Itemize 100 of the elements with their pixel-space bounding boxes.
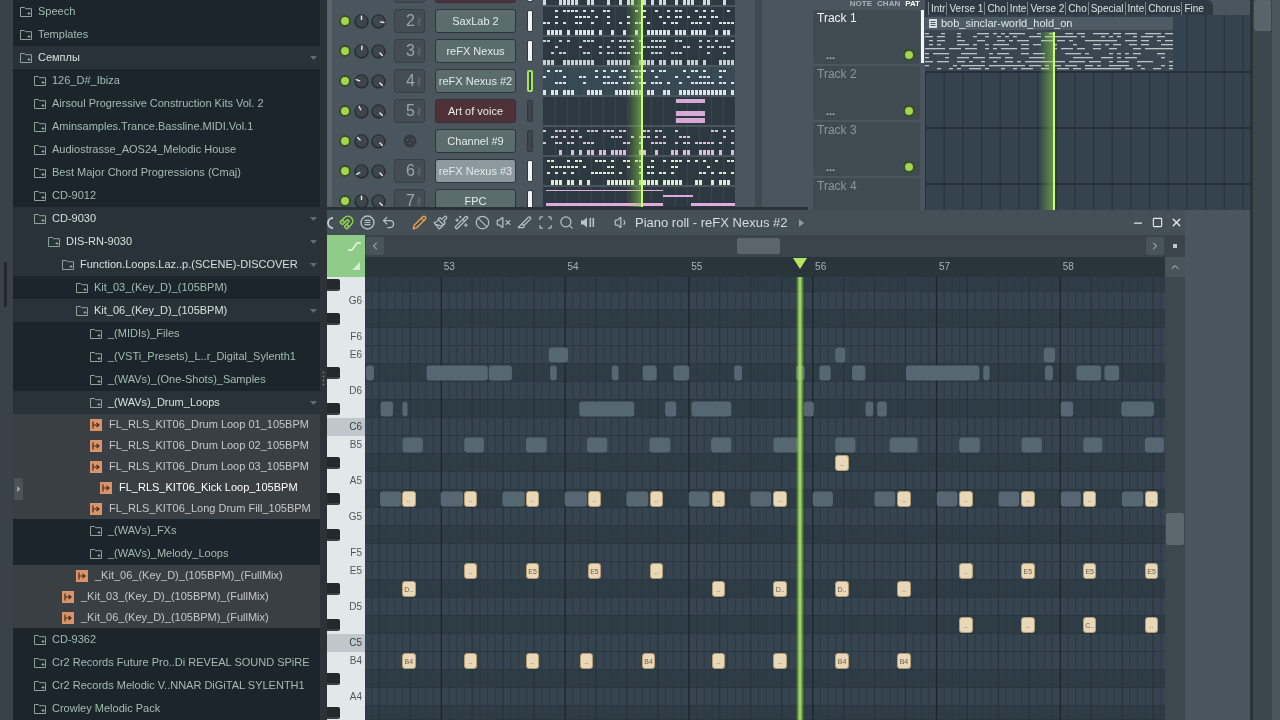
zoom-icon[interactable] xyxy=(559,215,574,230)
scrollbar-thumb[interactable] xyxy=(1166,513,1184,545)
track-header[interactable]: Track 4 xyxy=(813,178,920,210)
piano-key[interactable]: B5 xyxy=(327,436,365,454)
status-led[interactable] xyxy=(338,195,351,207)
knob[interactable] xyxy=(371,193,386,207)
folder-item[interactable]: CD-9012 xyxy=(13,184,320,207)
folder-item[interactable]: Airsoul Progressive Construction Kits Vol. 2 xyxy=(13,92,320,115)
insert-number-field[interactable]: 3 xyxy=(394,39,425,63)
status-led[interactable] xyxy=(338,15,351,27)
caret-down-icon[interactable] xyxy=(310,239,317,244)
folder-item[interactable]: DIS-RN-9030 xyxy=(13,230,320,253)
piano-key[interactable]: E5 xyxy=(327,562,365,580)
file-item[interactable]: FL_RLS_KIT06_Long Drum Fill_105BPM xyxy=(13,498,320,519)
channel-button[interactable]: reFX Nexus xyxy=(435,39,516,63)
folder-item[interactable]: Cr2 Records Future Pro..Di REVEAL SOUND SPiRE xyxy=(13,651,320,674)
knife-icon[interactable] xyxy=(517,215,532,230)
file-item[interactable]: FL_RLS_KIT06_Drum Loop 01_105BPM xyxy=(13,414,320,435)
status-led[interactable] xyxy=(338,75,351,87)
mode-tab[interactable]: NOTE xyxy=(849,0,873,8)
piano-key[interactable]: A4 xyxy=(327,688,365,706)
pencil-icon[interactable] xyxy=(412,215,427,230)
scroll-left-button[interactable] xyxy=(366,237,384,255)
caret-down-icon[interactable] xyxy=(310,400,317,405)
corner-button[interactable] xyxy=(1165,235,1185,257)
knob[interactable] xyxy=(354,163,369,179)
prohibited-icon[interactable] xyxy=(475,215,490,230)
channel-button[interactable]: reFX Nexus #2 xyxy=(435,69,516,93)
folder-item[interactable]: Kit_03_(Key_D)_(105BPM) xyxy=(13,276,320,299)
folder-item[interactable]: _(VSTi_Presets)_L..r_Digital_Sylenth1 xyxy=(13,345,320,368)
piano-key[interactable]: F5 xyxy=(327,544,365,562)
piano-key[interactable]: G5 xyxy=(327,508,365,526)
folder-item[interactable]: _(WAVs)_Melody_Loops xyxy=(13,542,320,565)
channel-button[interactable]: Channel #9 xyxy=(435,129,516,153)
status-led[interactable] xyxy=(338,135,351,147)
track-led[interactable] xyxy=(903,105,915,117)
knob[interactable] xyxy=(354,73,369,89)
knob[interactable] xyxy=(354,133,369,149)
piano-key[interactable]: C6 xyxy=(327,418,365,436)
caret-down-icon[interactable] xyxy=(310,216,317,221)
arc-icon[interactable] xyxy=(327,215,333,230)
mode-tab[interactable]: PAT xyxy=(905,0,920,8)
file-item[interactable]: _Kit_03_(Key_D)_(105BPM)_(FullMix) xyxy=(13,586,320,607)
list-icon[interactable] xyxy=(929,19,937,28)
knob[interactable] xyxy=(354,43,369,59)
scroll-right-button[interactable] xyxy=(1146,237,1164,255)
playback-icon[interactable] xyxy=(580,215,595,230)
folder-item[interactable]: Speech xyxy=(13,0,320,23)
status-led[interactable] xyxy=(338,165,351,177)
knob[interactable] xyxy=(371,163,386,179)
channel-button[interactable]: FPC xyxy=(435,189,516,207)
folder-item[interactable]: Function.Loops.Laz..p.(SCENE)-DISCOVER xyxy=(13,253,320,276)
folder-item[interactable]: Cr2 Records Melodic V..NNAR DiGiTAL SYLENTH1 xyxy=(13,674,320,697)
folder-item[interactable]: Crowley Melodic Pack xyxy=(13,697,320,720)
knob[interactable] xyxy=(354,103,369,119)
sharp-key[interactable] xyxy=(327,278,340,291)
knob[interactable] xyxy=(371,133,386,149)
knob[interactable] xyxy=(371,103,386,119)
folder-item[interactable]: _(WAVs)_(One-Shots)_Samples xyxy=(13,368,320,391)
piano-key[interactable]: B4 xyxy=(327,652,365,670)
track-header[interactable]: Track 1 ... xyxy=(813,10,920,64)
file-item[interactable]: _Kit_06_(Key_D)_(105BPM)_(FullMix) xyxy=(13,565,320,586)
select-indicator[interactable] xyxy=(527,160,533,182)
caret-right-icon[interactable] xyxy=(799,218,805,227)
select-indicator[interactable] xyxy=(527,40,533,62)
piano-key[interactable]: F6 xyxy=(327,328,365,346)
ramp-tile-icon[interactable] xyxy=(327,235,365,277)
channel-button[interactable]: SaxLab 2 xyxy=(435,9,516,33)
insert-number-field[interactable]: 2 xyxy=(394,9,425,33)
folder-item[interactable]: Kit_06_(Key_D)_(105BPM) xyxy=(13,299,320,322)
file-item[interactable]: FL_RLS_KIT06_Drum Loop 03_105BPM xyxy=(13,456,320,477)
knob[interactable] xyxy=(371,13,386,29)
piano-key[interactable]: A5 xyxy=(327,472,365,490)
folder-item[interactable]: Audiostrasse_AOS24_Melodic House xyxy=(13,138,320,161)
folder-item[interactable]: _(WAVs)_Drum_Loops xyxy=(13,391,320,414)
folder-item[interactable]: Семплы xyxy=(13,46,320,69)
piano-key[interactable]: D6 xyxy=(327,382,365,400)
track-led[interactable] xyxy=(903,49,915,61)
track-header[interactable]: Track 2 ... xyxy=(813,66,920,120)
folder-item[interactable]: _(MIDIs)_Files xyxy=(13,322,320,345)
channel-button[interactable]: Art of voice xyxy=(435,99,516,123)
circle-menu-icon[interactable] xyxy=(360,215,375,230)
folder-item[interactable]: _(WAVs)_FXs xyxy=(13,519,320,542)
track-header[interactable]: Track 3 ... xyxy=(813,122,920,176)
piano-key[interactable]: E6 xyxy=(327,346,365,364)
wand-icon[interactable] xyxy=(454,215,469,230)
more-label[interactable]: ... xyxy=(826,106,836,117)
file-item[interactable]: FL_RLS_KIT06_Drum Loop 02_105BPM xyxy=(13,435,320,456)
knob[interactable] xyxy=(371,43,386,59)
scrollbar-thumb[interactable] xyxy=(737,238,780,254)
audio-clip[interactable]: bob_sinclar-world_hold_on xyxy=(925,17,1173,71)
insert-number-field[interactable]: 7 xyxy=(394,189,425,207)
piano-key[interactable]: C5 xyxy=(327,634,365,652)
magnet-icon[interactable] xyxy=(339,215,354,230)
caret-down-icon[interactable] xyxy=(310,262,317,267)
folder-item[interactable]: CD-9362 xyxy=(13,628,320,651)
mute-icon[interactable] xyxy=(496,215,511,230)
more-label[interactable]: ... xyxy=(826,162,836,173)
file-item[interactable]: _Kit_06_(Key_D)_(105BPM)_(FullMix) xyxy=(13,607,320,628)
undo-icon[interactable] xyxy=(381,215,396,230)
